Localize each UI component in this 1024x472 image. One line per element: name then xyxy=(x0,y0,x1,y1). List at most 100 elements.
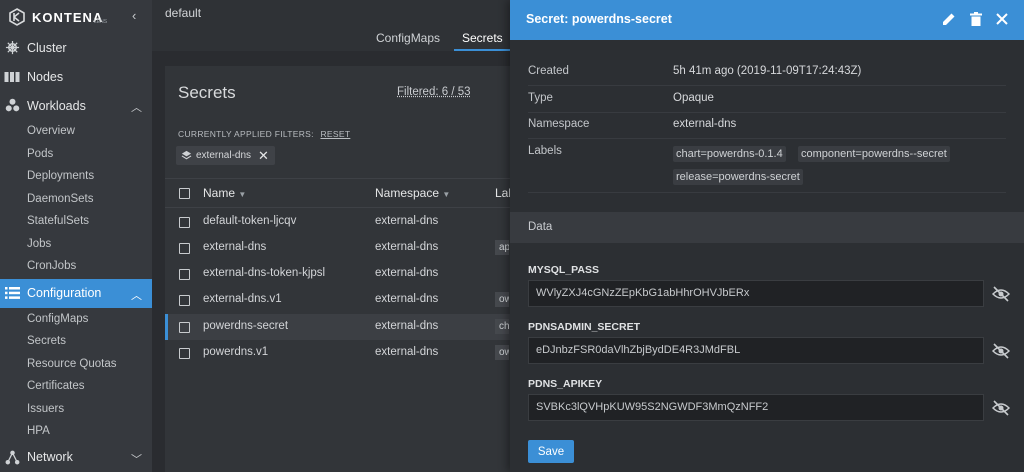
row-checkbox[interactable] xyxy=(179,269,190,280)
filters-label: CURRENTLY APPLIED FILTERS: xyxy=(178,129,314,139)
save-button[interactable]: Save xyxy=(528,440,574,463)
sidebar-subitem-issuers[interactable]: Issuers xyxy=(0,398,152,421)
meta-value: Opaque xyxy=(673,92,714,104)
row-name: external-dns.v1 xyxy=(203,293,282,305)
field-label: PDNS_APIKEY xyxy=(528,378,603,390)
sidebar-item-workloads[interactable]: Workloads ︿ xyxy=(0,91,152,120)
sidebar-subitem-configmaps[interactable]: ConfigMaps xyxy=(0,308,152,331)
row-label-chip: ch xyxy=(495,319,509,334)
table-row-selected[interactable]: powerdns-secret external-dns ch xyxy=(165,314,565,340)
sidebar-subitem-certificates[interactable]: Certificates xyxy=(0,375,152,398)
column-namespace-label: Namespace xyxy=(375,186,440,200)
row-namespace: external-dns xyxy=(375,346,439,358)
drawer-header: Secret: powerdns-secret xyxy=(510,0,1024,40)
sidebar-item-configuration[interactable]: Configuration ︿ xyxy=(0,278,152,308)
toggle-visibility-icon[interactable] xyxy=(991,399,1011,417)
sidebar-subitem-statefulsets[interactable]: StatefulSets xyxy=(0,210,152,233)
table-header: Name ▼ Namespace ▼ Lab xyxy=(165,178,565,208)
sidebar-item-label: Nodes xyxy=(27,69,64,84)
row-checkbox[interactable] xyxy=(179,295,190,306)
tab-configmaps[interactable]: ConfigMaps xyxy=(376,31,440,51)
secret-value-field[interactable]: WVlyZXJ4cGNzZEpKbG1abHhrOHVJbERx xyxy=(528,280,984,307)
brand-sub: LENS xyxy=(94,19,108,25)
column-namespace[interactable]: Namespace ▼ xyxy=(375,186,450,200)
label-chip: chart=powerdns-0.1.4 xyxy=(673,146,786,162)
sidebar-subitem-secrets[interactable]: Secrets xyxy=(0,330,152,353)
table-row[interactable]: external-dns-token-kjpsl external-dns xyxy=(165,261,565,287)
column-name[interactable]: Name ▼ xyxy=(203,186,246,200)
table-row[interactable]: powerdns.v1 external-dns ow xyxy=(165,340,565,366)
reset-filters-link[interactable]: RESET xyxy=(320,129,350,139)
close-icon[interactable] xyxy=(993,10,1011,28)
sidebar-item-nodes[interactable]: Nodes xyxy=(0,62,152,91)
label-chip: release=powerdns-secret xyxy=(673,169,803,185)
sidebar-subitem-overview[interactable]: Overview xyxy=(0,120,152,143)
meta-labels: Labels chart=powerdns-0.1.4 component=po… xyxy=(528,140,1006,193)
sidebar-subitem-pods[interactable]: Pods xyxy=(0,143,152,166)
remove-filter-icon[interactable]: ✕ xyxy=(258,148,269,164)
sidebar-subitem-jobs[interactable]: Jobs xyxy=(0,233,152,256)
page-title: Secrets xyxy=(178,83,236,102)
filtered-count[interactable]: Filtered: 6 / 53 xyxy=(397,86,471,98)
table-row[interactable]: external-dns external-dns ap xyxy=(165,235,565,261)
chevron-down-icon: ﹀ xyxy=(131,453,142,466)
secrets-panel: Secrets Filtered: 6 / 53 CURRENTLY APPLI… xyxy=(165,66,565,472)
row-checkbox[interactable] xyxy=(179,217,190,228)
meta-type: Type Opaque xyxy=(528,87,1006,113)
secret-details-drawer: Secret: powerdns-secret Created 5h 41m a… xyxy=(510,0,1024,472)
meta-key: Type xyxy=(528,92,553,104)
sidebar-item-label: Cluster xyxy=(27,40,67,55)
table-row[interactable]: external-dns.v1 external-dns ow xyxy=(165,287,565,313)
field-label: PDNSADMIN_SECRET xyxy=(528,321,641,333)
row-checkbox[interactable] xyxy=(179,243,190,254)
helm-icon xyxy=(1,39,23,57)
meta-key: Labels xyxy=(528,145,562,157)
meta-key: Namespace xyxy=(528,118,590,130)
secret-value-field[interactable]: SVBKc3lQVHpKUW95S2NGWDF3MmQzNFF2 xyxy=(528,394,984,421)
meta-value: 5h 41m ago (2019-11-09T17:24:43Z) xyxy=(673,65,862,77)
sidebar-subitem-resource-quotas[interactable]: Resource Quotas xyxy=(0,353,152,376)
sidebar-item-cluster[interactable]: Cluster xyxy=(0,33,152,62)
row-namespace: external-dns xyxy=(375,241,439,253)
collapse-sidebar-icon[interactable]: ‹ xyxy=(132,8,136,23)
sidebar-subitem-deployments[interactable]: Deployments xyxy=(0,165,152,188)
sidebar-item-label: Workloads xyxy=(27,98,86,113)
brand[interactable]: KONTENA LENS ‹ xyxy=(0,0,152,34)
sidebar-subitem-daemonsets[interactable]: DaemonSets xyxy=(0,188,152,211)
table-row[interactable]: default-token-ljcqv external-dns xyxy=(165,209,565,235)
row-label-chip: ow xyxy=(495,345,509,360)
row-name: external-dns-token-kjpsl xyxy=(203,267,326,279)
current-namespace[interactable]: default xyxy=(165,6,201,20)
sidebar-subitem-hpa[interactable]: HPA xyxy=(0,420,152,443)
row-name: powerdns-secret xyxy=(203,320,289,332)
edit-icon[interactable] xyxy=(940,10,958,28)
data-section-title: Data xyxy=(528,221,553,233)
toggle-visibility-icon[interactable] xyxy=(991,342,1011,360)
label-chip: component=powerdns--secret xyxy=(798,146,950,162)
chip-label: external-dns xyxy=(196,150,252,161)
sidebar-item-network[interactable]: Network ﹀ xyxy=(0,443,152,472)
row-name: external-dns xyxy=(203,241,267,253)
namespace-filter-chip: external-dns ✕ xyxy=(176,146,275,165)
tab-secrets[interactable]: Secrets xyxy=(454,31,511,51)
meta-key: Created xyxy=(528,65,569,77)
row-namespace: external-dns xyxy=(375,267,439,279)
row-checkbox[interactable] xyxy=(179,322,190,333)
data-section-header: Data xyxy=(510,212,1024,243)
delete-icon[interactable] xyxy=(967,10,985,28)
sidebar: KONTENA LENS ‹ Cluster Nodes Workloads ︿… xyxy=(0,0,152,472)
layers-icon xyxy=(181,150,192,160)
secret-value-field[interactable]: eDJnbzFSR0daVlhZbjBydDE4R3JMdFBL xyxy=(528,337,984,364)
meta-namespace: Namespace external-dns xyxy=(528,113,1006,139)
applied-filters: CURRENTLY APPLIED FILTERS: RESET xyxy=(178,129,350,139)
toggle-visibility-icon[interactable] xyxy=(991,285,1011,303)
row-namespace: external-dns xyxy=(375,215,439,227)
row-name: default-token-ljcqv xyxy=(203,215,297,227)
row-checkbox[interactable] xyxy=(179,348,190,359)
row-label-chip: ow xyxy=(495,292,509,307)
select-all-checkbox[interactable] xyxy=(179,188,190,199)
list-icon xyxy=(1,284,23,302)
sidebar-subitem-cronjobs[interactable]: CronJobs xyxy=(0,255,152,278)
field-label: MYSQL_PASS xyxy=(528,264,599,276)
sort-icon: ▼ xyxy=(238,190,247,199)
